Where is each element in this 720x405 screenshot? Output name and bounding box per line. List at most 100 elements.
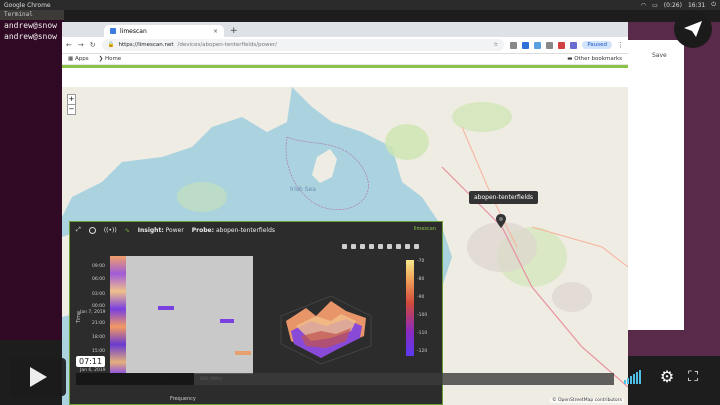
wave-icon: ∿: [124, 226, 130, 234]
battery-icon[interactable]: ▭: [652, 2, 658, 9]
tab-limescan[interactable]: limescan ×: [104, 25, 224, 37]
play-icon: [30, 367, 47, 387]
tab-strip: limescan × +: [62, 22, 628, 37]
new-tab-button[interactable]: +: [224, 26, 244, 37]
share-button[interactable]: [674, 10, 712, 48]
video-controls: 07:11 ⚙ ⛶: [0, 356, 720, 405]
sea-label: Irish Sea: [290, 186, 316, 193]
tab-title: limescan: [120, 27, 147, 35]
zoom-in-icon[interactable]: [378, 244, 383, 249]
y-tick: Jan 7, 2019: [80, 310, 106, 315]
reload-icon[interactable]: ↻: [90, 41, 96, 49]
terminal-window[interactable]: Terminal andrew@snow andrew@snow: [0, 10, 64, 340]
probe-value[interactable]: abopen-tenterfields: [216, 227, 275, 234]
chart-icon[interactable]: [414, 244, 419, 249]
zoom-icon[interactable]: [351, 244, 356, 249]
device-tooltip: abopen-tenterfields: [469, 191, 539, 204]
save-button[interactable]: Save: [652, 52, 667, 59]
download-icon[interactable]: [369, 244, 374, 249]
heatmap-block: [158, 306, 174, 310]
battery-text: (0:26): [663, 1, 682, 9]
heatmap-block: [235, 351, 251, 355]
address-bar[interactable]: 🔒 https://limescan.net/devices/abopen-te…: [101, 39, 505, 51]
bookmarks-bar: ▦ Apps ❯ Home ▬ Other bookmarks: [62, 54, 628, 65]
gear-icon[interactable]: ⚙: [658, 368, 676, 386]
browser-window: limescan × + ← → ↻ 🔒 https://limescan.ne…: [62, 22, 628, 405]
terminal-line: andrew@snow: [4, 32, 57, 41]
video-progress-fill: [76, 373, 195, 385]
expand-icon[interactable]: ⤢: [76, 226, 81, 234]
colorbar-tick: -80: [417, 277, 425, 282]
broadcast-icon[interactable]: ((•)): [104, 227, 117, 234]
reset-icon[interactable]: [396, 244, 401, 249]
bookmark-other-label: Other bookmarks: [574, 56, 622, 62]
extension-icon[interactable]: [558, 41, 566, 49]
colorbar-tick: -100: [417, 313, 428, 318]
video-time: 07:11: [76, 356, 106, 367]
profile-paused-button[interactable]: Paused: [582, 41, 612, 49]
y-tick: 18:00: [92, 335, 105, 340]
menu-icon[interactable]: ⋮: [617, 41, 624, 49]
background-app-window: [628, 22, 720, 356]
info-icon[interactable]: [88, 226, 96, 234]
insight-value[interactable]: Power: [166, 227, 184, 234]
forward-icon[interactable]: →: [78, 41, 84, 49]
terminal-title: Terminal: [0, 10, 64, 20]
url-path: /devices/abopen-tenterfields/power/: [177, 42, 278, 48]
volume-icon[interactable]: [624, 370, 641, 384]
bookmark-other[interactable]: ▬ Other bookmarks: [567, 56, 622, 62]
power-icon[interactable]: ⏻: [711, 1, 716, 9]
background-app-content: [628, 40, 684, 330]
panel-header: ⤢ ((•)) ∿ Insight: Power Probe: abopen-t…: [70, 222, 442, 238]
terminal-line: andrew@snow: [4, 21, 57, 30]
clock[interactable]: 16:31: [688, 2, 705, 9]
url-host: https://limescan.net: [118, 42, 174, 48]
colorbar-tick: -90: [417, 295, 425, 300]
colorbar: [406, 260, 414, 356]
extension-icon[interactable]: [570, 41, 578, 49]
zoom-out-button[interactable]: −: [68, 104, 75, 114]
lock-icon: 🔒: [107, 42, 115, 48]
bookmark-home-label: Home: [104, 56, 122, 62]
accent-line: [62, 65, 628, 68]
home-icon[interactable]: [405, 244, 410, 249]
tab-close-icon[interactable]: ×: [213, 28, 218, 35]
plot-toolbar: [342, 244, 419, 249]
y-tick: 00:00: [92, 304, 105, 309]
os-window-title: Google Chrome: [4, 1, 51, 9]
zoom-in-button[interactable]: +: [68, 95, 75, 104]
heatmap-block: [220, 319, 234, 323]
camera-icon[interactable]: [342, 244, 347, 249]
extension-icons: Paused ⋮: [510, 41, 624, 49]
colorbar-tick: -70: [417, 259, 425, 264]
y-tick: 03:00: [92, 292, 105, 297]
wifi-icon[interactable]: ◠: [641, 2, 646, 9]
map-marker-icon[interactable]: [496, 214, 506, 228]
colorbar-tick: -120: [417, 349, 428, 354]
pan-icon[interactable]: [360, 244, 365, 249]
extension-icon[interactable]: [522, 41, 530, 49]
y-tick: 09:00: [92, 264, 105, 269]
paper-plane-icon: [684, 21, 702, 37]
play-button[interactable]: [10, 358, 66, 396]
extension-icon[interactable]: [510, 41, 518, 49]
star-icon[interactable]: ☆: [493, 42, 498, 48]
bookmark-apps[interactable]: ▦ Apps: [68, 56, 89, 62]
bookmark-home[interactable]: ❯ Home: [99, 56, 122, 62]
os-top-bar: Google Chrome ◠ ▭ (0:26) 16:31 ⏻: [0, 0, 720, 10]
back-icon[interactable]: ←: [66, 41, 72, 49]
fullscreen-icon[interactable]: ⛶: [685, 369, 701, 385]
y-tick: 15:00: [92, 349, 105, 354]
y-tick: 21:00: [92, 321, 105, 326]
os-tray: ◠ ▭ (0:26) 16:31 ⏻: [641, 1, 716, 9]
video-progress-bar[interactable]: [76, 373, 614, 385]
zoom-control: + −: [67, 94, 76, 115]
surface-3d-plot[interactable]: [276, 286, 376, 366]
bookmark-apps-label: Apps: [74, 56, 89, 62]
favicon-icon: [110, 28, 116, 34]
limescan-logo: limescan: [413, 226, 436, 232]
extension-icon[interactable]: [534, 41, 542, 49]
extension-icon[interactable]: [546, 41, 554, 49]
colorbar-tick: -110: [417, 331, 428, 336]
zoom-out-icon[interactable]: [387, 244, 392, 249]
